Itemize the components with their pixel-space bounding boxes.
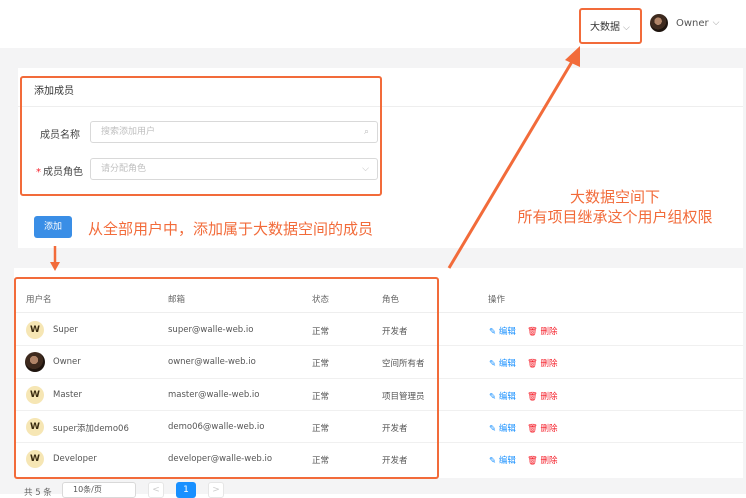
annotation-arrows (50, 46, 580, 271)
down-arrow-head (50, 262, 60, 271)
up-arrow-head (565, 46, 580, 67)
up-arrow-shaft (447, 59, 575, 269)
